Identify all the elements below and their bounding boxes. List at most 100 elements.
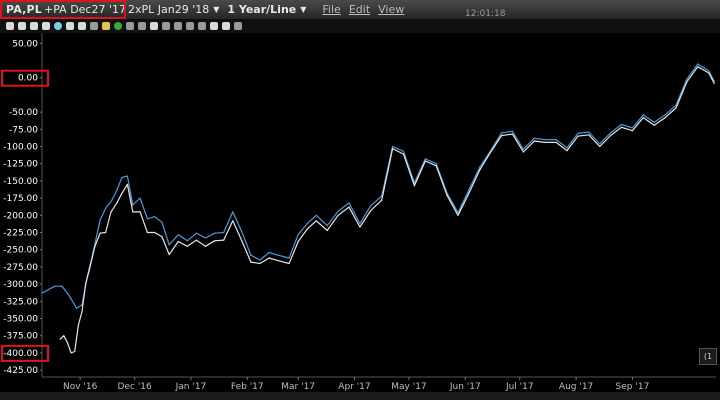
series-1-point (186, 240, 188, 242)
series-1-point (708, 70, 710, 72)
series-2-point (599, 145, 601, 148)
series-2-point (413, 185, 416, 187)
x-tick-label: Apr '17 (338, 382, 370, 392)
series-1-point (195, 232, 198, 234)
y-tick-label: -100.00 (3, 143, 38, 153)
instrument-dropdown-icon[interactable]: ▼ (213, 5, 219, 14)
refresh-icon[interactable] (114, 22, 122, 30)
y-tick-label: -350.00 (3, 315, 38, 325)
last-update-time: 12:01:18 (465, 9, 506, 19)
series-2-point (686, 81, 688, 83)
series-2-point (63, 335, 65, 337)
series-1-point (544, 139, 546, 141)
series-2-point (577, 135, 579, 137)
series-1-point (566, 147, 568, 149)
draw-tool-icon[interactable] (6, 22, 14, 30)
layout-icon[interactable] (42, 22, 50, 30)
series-1-point (146, 218, 148, 220)
series-1-point (75, 307, 78, 309)
pointer-icon[interactable] (198, 22, 206, 30)
series-2-point (533, 140, 535, 142)
series-1-point (54, 285, 56, 287)
series-2-point (381, 199, 383, 201)
chart-toolbar (0, 19, 720, 33)
series-2-point (110, 211, 112, 213)
series-1-point (126, 175, 128, 177)
series-2-point (115, 203, 118, 205)
bar-style-icon[interactable] (90, 22, 98, 30)
series-1-point (41, 292, 43, 294)
text-tool-icon[interactable] (174, 22, 182, 30)
series-2-point (154, 231, 156, 234)
arrow-tool-icon[interactable] (186, 22, 194, 30)
series-2-point (88, 269, 90, 271)
fibonacci-icon[interactable] (162, 22, 170, 30)
series-1-point (213, 232, 216, 234)
series-2-point (132, 211, 134, 213)
menu-edit[interactable]: Edit (349, 3, 370, 16)
zoom-out-icon[interactable] (138, 22, 146, 30)
series-1-point (168, 244, 170, 246)
series-1-point (337, 210, 339, 212)
more-tools-icon[interactable] (234, 22, 242, 30)
series-1-point (104, 207, 107, 210)
series-2-point (631, 130, 634, 132)
zoom-in-icon[interactable] (126, 22, 134, 30)
x-tick-label: Feb '17 (231, 382, 264, 392)
series-1-point (501, 132, 503, 134)
series-1-point (68, 295, 70, 297)
menu-file[interactable]: File (322, 3, 340, 16)
horizontal-scrollbar[interactable] (0, 392, 720, 400)
series-2-point (511, 133, 514, 135)
series-2-point (402, 153, 405, 155)
series-1-point (533, 137, 535, 139)
series-1-point (99, 219, 101, 221)
indicator-icon[interactable] (54, 22, 62, 30)
series-1-point (664, 114, 666, 116)
series-line-2 (59, 66, 715, 354)
period-dropdown-icon[interactable]: ▼ (300, 5, 306, 14)
x-tick-label: Dec '16 (118, 382, 152, 392)
series-line-1 (41, 63, 715, 309)
side-scale-widget[interactable]: (1 (699, 348, 717, 365)
series-2-point (297, 240, 299, 243)
series-1-point (555, 139, 557, 141)
series-2-point (566, 150, 568, 152)
series-2-point (77, 324, 79, 326)
series-1-point (697, 63, 699, 65)
y-tick-label: -425.00 (3, 366, 38, 376)
series-1-point (232, 211, 234, 213)
print-icon[interactable] (18, 22, 26, 30)
x-tick-label: Mar '17 (281, 382, 315, 392)
wrench-icon[interactable] (222, 22, 230, 30)
series-1-point (306, 222, 308, 225)
series-2-point (241, 240, 243, 242)
grid-icon[interactable] (102, 22, 110, 30)
series-1-point (139, 197, 141, 199)
series-1-point (599, 143, 601, 145)
series-2-point (223, 239, 225, 241)
crosshair-icon[interactable] (78, 22, 86, 30)
series-2-point (315, 220, 317, 222)
y-tick-label: -200.00 (3, 211, 38, 221)
series-2-point (479, 169, 481, 171)
spread-leg2[interactable]: 2xPL Jan29 '18 (128, 3, 209, 16)
price-chart[interactable]: 50.00 0.00 -50.00 -75.00 -100.00 -125.00 -150.… (0, 33, 720, 392)
y-tick-label: -250.00 (3, 246, 38, 256)
y-tick-label: -175.00 (3, 194, 38, 204)
series-2-point (250, 261, 252, 263)
x-tick-label: Nov '16 (63, 382, 98, 392)
series-1-point (110, 200, 112, 203)
series-2-point (177, 240, 179, 243)
menu-view[interactable]: View (378, 3, 404, 16)
link-icon[interactable] (210, 22, 218, 30)
series-2-point (232, 220, 234, 222)
period-selector[interactable]: 1 Year/Line (227, 3, 296, 16)
save-icon[interactable] (30, 22, 38, 30)
series-2-point (66, 342, 69, 344)
series-2-point (424, 160, 426, 162)
series-2-point (277, 260, 279, 262)
y-tick-label: -125.00 (3, 160, 38, 170)
settings-icon[interactable] (66, 22, 74, 30)
trendline-icon[interactable] (150, 22, 158, 30)
